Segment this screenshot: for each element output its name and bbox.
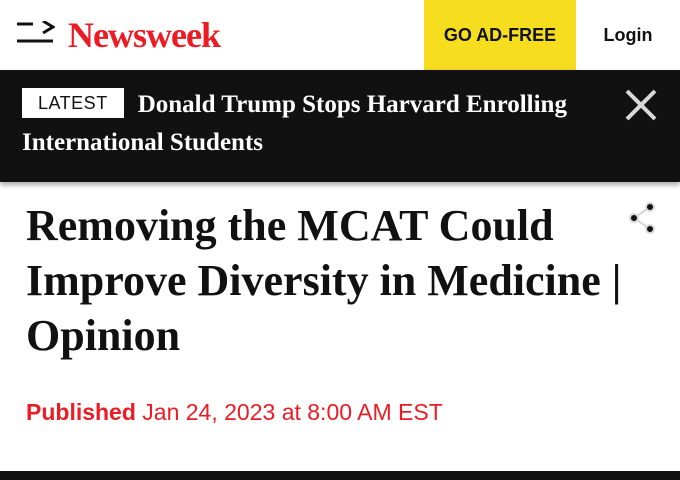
close-icon	[625, 89, 657, 121]
go-ad-free-button[interactable]: GO AD-FREE	[424, 0, 576, 70]
published-date: Jan 24, 2023 at 8:00 AM EST	[142, 399, 443, 425]
site-logo[interactable]: Newsweek	[68, 14, 221, 56]
bottom-bar	[0, 471, 680, 480]
menu-icon	[17, 19, 56, 43]
latest-news-text[interactable]: LATEST Donald Trump Stops Harvard Enrolli…	[22, 86, 582, 162]
site-header: Newsweek GO AD-FREE Login	[0, 0, 680, 70]
close-banner-button[interactable]	[622, 86, 660, 124]
menu-button[interactable]	[17, 19, 56, 49]
published-info: Published Jan 24, 2023 at 8:00 AM EST	[26, 397, 443, 427]
article-headline: Removing the MCAT Could Improve Diversit…	[26, 201, 622, 360]
login-button[interactable]: Login	[576, 0, 680, 70]
published-label: Published	[26, 399, 136, 425]
latest-news-banner[interactable]: LATEST Donald Trump Stops Harvard Enrolli…	[0, 70, 680, 234]
latest-badge: LATEST	[22, 88, 124, 118]
